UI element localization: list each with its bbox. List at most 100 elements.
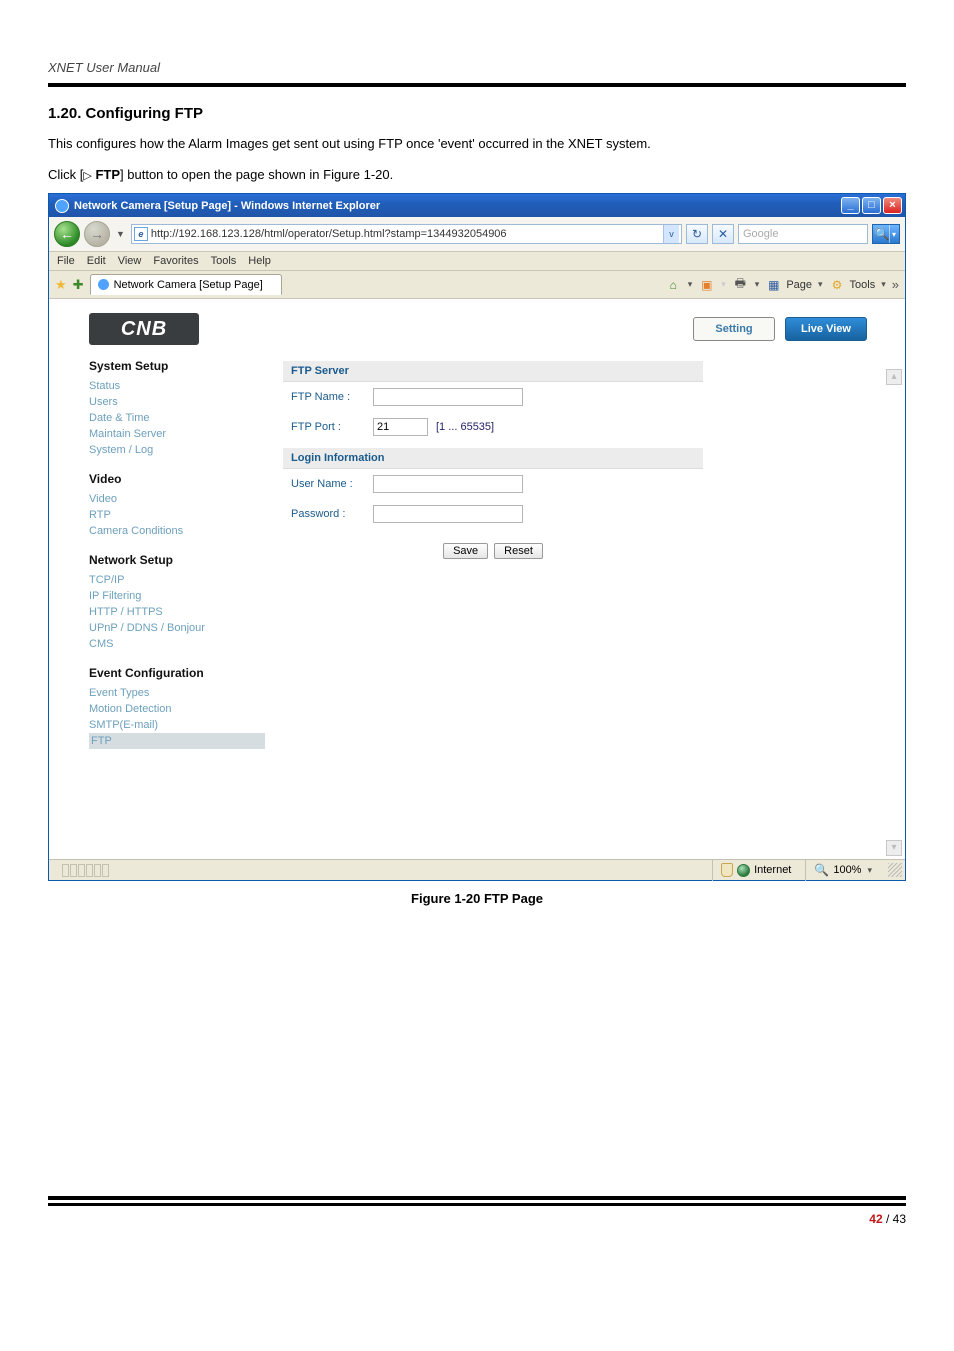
- sidebar-head-video: Video: [89, 472, 265, 486]
- stop-button[interactable]: ✕: [712, 224, 734, 244]
- zoom-dropdown[interactable]: ▾: [865, 865, 874, 876]
- page-menu-label[interactable]: Page: [786, 279, 812, 291]
- history-dropdown[interactable]: ▼: [114, 229, 127, 239]
- ie-icon: [55, 199, 69, 213]
- sidebar-item-datetime[interactable]: Date & Time: [89, 410, 265, 426]
- header-rule: [48, 83, 906, 87]
- page-menu-icon[interactable]: ▦: [765, 276, 782, 293]
- sidebar-item-rtp[interactable]: RTP: [89, 507, 265, 523]
- live-view-button[interactable]: Live View: [785, 317, 867, 341]
- globe-icon: [737, 864, 750, 877]
- menu-file[interactable]: File: [57, 255, 75, 267]
- refresh-button[interactable]: ↻: [686, 224, 708, 244]
- zoom-level: 100%: [833, 864, 861, 876]
- sidebar-head-event: Event Configuration: [89, 666, 265, 680]
- close-button[interactable]: ×: [883, 197, 902, 214]
- label-ftp-port: FTP Port :: [291, 421, 365, 433]
- sidebar-item-ftp[interactable]: FTP: [89, 733, 265, 749]
- security-icon[interactable]: [721, 863, 733, 877]
- status-zone: Internet: [754, 864, 791, 876]
- home-icon[interactable]: ⌂: [665, 276, 682, 293]
- menu-tools[interactable]: Tools: [211, 255, 237, 267]
- menu-favorites[interactable]: Favorites: [153, 255, 198, 267]
- reset-button[interactable]: Reset: [494, 543, 543, 559]
- page-total: 43: [893, 1212, 906, 1226]
- print-icon[interactable]: 🖶: [732, 276, 749, 293]
- sidebar-item-cms[interactable]: CMS: [89, 636, 265, 652]
- sidebar-item-video[interactable]: Video: [89, 491, 265, 507]
- favorites-center-icon[interactable]: ★: [55, 277, 67, 293]
- label-ftp-name: FTP Name :: [291, 391, 365, 403]
- page-current: 42: [869, 1212, 882, 1226]
- intro-text: This configures how the Alarm Images get…: [48, 132, 906, 157]
- input-password[interactable]: [373, 505, 523, 523]
- browser-tab[interactable]: Network Camera [Setup Page]: [90, 274, 282, 295]
- sidebar-item-syslog[interactable]: System / Log: [89, 442, 265, 458]
- sidebar-item-status[interactable]: Status: [89, 378, 265, 394]
- save-button[interactable]: Save: [443, 543, 488, 559]
- tab-label: Network Camera [Setup Page]: [114, 279, 263, 291]
- sidebar-item-http[interactable]: HTTP / HTTPS: [89, 604, 265, 620]
- address-dropdown[interactable]: v: [663, 225, 679, 243]
- search-button[interactable]: 🔍▾: [872, 224, 900, 244]
- tools-menu-icon[interactable]: ⚙: [829, 276, 846, 293]
- zoom-icon[interactable]: 🔍: [814, 863, 829, 877]
- window-titlebar: Network Camera [Setup Page] - Windows In…: [49, 194, 905, 217]
- overflow-icon[interactable]: »: [892, 277, 899, 292]
- tools-menu-label[interactable]: Tools: [850, 279, 876, 291]
- scroll-up-button[interactable]: ▴: [886, 369, 902, 385]
- footer-rule-2: [48, 1203, 906, 1206]
- input-ftp-port[interactable]: [373, 418, 428, 436]
- sidebar-item-motion[interactable]: Motion Detection: [89, 701, 265, 717]
- feed-icon[interactable]: ▣: [698, 276, 715, 293]
- sidebar-item-camera[interactable]: Camera Conditions: [89, 523, 265, 539]
- ie-window: Network Camera [Setup Page] - Windows In…: [48, 193, 906, 881]
- app-logo: CNB: [89, 313, 199, 345]
- window-title: Network Camera [Setup Page] - Windows In…: [74, 200, 380, 212]
- maximize-button[interactable]: □: [862, 197, 881, 214]
- page-icon: e: [134, 227, 148, 241]
- sidebar: System Setup Status Users Date & Time Ma…: [89, 359, 265, 763]
- step-btn: FTP: [95, 167, 120, 182]
- menu-help[interactable]: Help: [248, 255, 271, 267]
- sidebar-item-ipfilter[interactable]: IP Filtering: [89, 588, 265, 604]
- label-password: Password :: [291, 508, 365, 520]
- figure-caption: Figure 1-20 FTP Page: [48, 891, 906, 906]
- menu-bar: File Edit View Favorites Tools Help: [49, 252, 905, 271]
- status-bar: Internet 🔍 100% ▾: [49, 859, 905, 880]
- menu-view[interactable]: View: [118, 255, 142, 267]
- input-ftp-name[interactable]: [373, 388, 523, 406]
- label-user-name: User Name :: [291, 478, 365, 490]
- menu-edit[interactable]: Edit: [87, 255, 106, 267]
- sidebar-item-smtp[interactable]: SMTP(E-mail): [89, 717, 265, 733]
- triangle-icon: ▷: [83, 166, 91, 187]
- setting-button[interactable]: Setting: [693, 317, 775, 341]
- sidebar-head-network: Network Setup: [89, 553, 265, 567]
- scroll-down-button[interactable]: ▾: [886, 840, 902, 856]
- section-title: 1.20. Configuring FTP: [48, 105, 906, 122]
- sidebar-item-tcpip[interactable]: TCP/IP: [89, 572, 265, 588]
- address-bar[interactable]: e http://192.168.123.128/html/operator/S…: [131, 224, 682, 244]
- add-favorite-icon[interactable]: ✚: [73, 277, 84, 293]
- input-user-name[interactable]: [373, 475, 523, 493]
- sidebar-item-eventtypes[interactable]: Event Types: [89, 685, 265, 701]
- address-url: http://192.168.123.128/html/operator/Set…: [151, 228, 663, 240]
- progress-indicator: [62, 864, 109, 877]
- back-button[interactable]: ←: [54, 221, 80, 247]
- minimize-button[interactable]: _: [841, 197, 860, 214]
- forward-button[interactable]: →: [84, 221, 110, 247]
- figure: Network Camera [Setup Page] - Windows In…: [48, 193, 906, 906]
- hint-ftp-port: [1 ... 65535]: [436, 421, 494, 433]
- sidebar-item-upnp[interactable]: UPnP / DDNS / Bonjour: [89, 620, 265, 636]
- form-panel: FTP Server FTP Name : FTP Port : [1 ... …: [283, 359, 887, 763]
- search-input[interactable]: Google: [738, 224, 868, 244]
- tab-toolbar: ★ ✚ Network Camera [Setup Page] ⌂▾ ▣▾ 🖶▾…: [49, 271, 905, 299]
- sidebar-item-maintain[interactable]: Maintain Server: [89, 426, 265, 442]
- section-login-info: Login Information: [283, 448, 703, 469]
- sidebar-item-users[interactable]: Users: [89, 394, 265, 410]
- resize-grip[interactable]: [888, 863, 902, 877]
- section-ftp-server: FTP Server: [283, 361, 703, 382]
- footer: 42 / 43: [48, 1196, 906, 1226]
- sidebar-head-system: System Setup: [89, 359, 265, 373]
- footer-rule-1: [48, 1196, 906, 1200]
